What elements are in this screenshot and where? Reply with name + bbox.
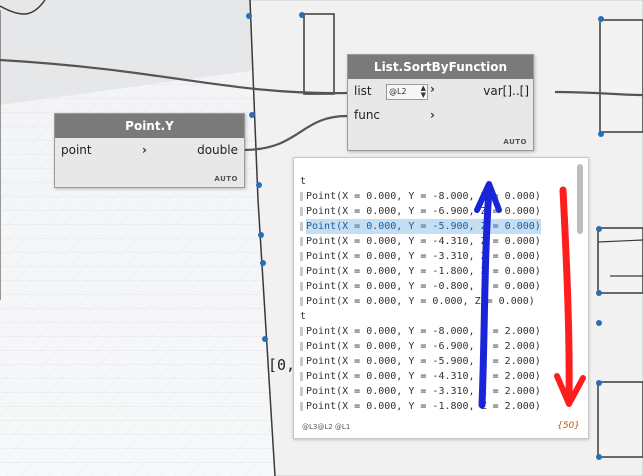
scrollbar-thumb[interactable] [577,164,583,234]
preview-item[interactable]: Point(X = 0.000, Y = -5.900, Z = 2.000) [300,354,541,369]
grid-point [246,13,252,19]
grid-point [260,260,266,266]
grid-point [598,16,604,22]
level-spinner-icon[interactable]: ▲ ▼ [421,85,426,99]
grid-point [596,290,602,296]
grid-point [258,232,264,238]
grid-point [596,320,602,326]
preview-item[interactable]: Point(X = 0.000, Y = -4.310, Z = 2.000) [300,369,541,384]
grid-point [249,112,255,118]
lacing-tag: AUTO [503,138,527,146]
preview-item[interactable]: Point(X = 0.000, Y = -8.000, Z = 0.000) [300,189,541,204]
preview-item[interactable]: Point(X = 0.000, Y = -0.800, Z = 0.000) [300,279,541,294]
preview-sublist-header[interactable]: t [300,309,306,324]
input-port-func[interactable]: func › [348,106,438,128]
preview-item[interactable]: Point(X = 0.000, Y = -1.800, Z = 0.000) [300,264,541,279]
port-label: double [197,143,238,157]
item-count: {50} [557,421,580,431]
preview-sublist-header[interactable]: t [300,174,306,189]
port-label: list [354,84,372,98]
watch-label: [0, [268,356,296,374]
node-title[interactable]: List.SortByFunction [348,55,533,79]
list-level-control[interactable]: @L2 ▲ ▼ [386,84,428,100]
input-port-point[interactable]: point › [55,141,153,163]
preview-item[interactable]: Point(X = 0.000, Y = -3.310, Z = 0.000) [300,249,541,264]
grid-point [262,336,268,342]
grid-point [596,226,602,232]
grid-point [299,12,305,18]
list-levels: @L3@L2 @L1 [302,423,351,431]
grid-point [256,182,262,188]
preview-bubble[interactable]: t Point(X = 0.000, Y = -8.000, Z = 0.000)… [293,157,589,439]
chevron-right-icon: › [430,108,435,122]
chevron-right-icon: › [430,82,435,96]
preview-item[interactable]: Point(X = 0.000, Y = -6.900, Z = 0.000) [300,204,541,219]
preview-item[interactable]: Point(X = 0.000, Y = -3.310, Z = 2.000) [300,384,541,399]
point-y-node[interactable]: Point.Y point › double AUTO [54,113,245,188]
node-title[interactable]: Point.Y [55,114,244,138]
chevron-right-icon: › [142,143,147,157]
grid-point [598,131,604,137]
output-port[interactable]: var[]..[] [477,82,533,104]
preview-item[interactable]: Point(X = 0.000, Y = 0.000, Z = 0.000) [300,294,535,309]
output-port[interactable]: double [184,141,244,163]
port-label: point [61,143,92,157]
port-label: func [354,108,381,122]
grid-point [596,380,602,386]
preview-item[interactable]: Point(X = 0.000, Y = -8.000, Z = 2.000) [300,324,541,339]
list-level-value: @L2 [389,87,407,96]
lacing-tag: AUTO [214,175,238,183]
sort-by-function-node[interactable]: List.SortByFunction list @L2 ▲ ▼ › func ›… [347,54,534,151]
port-label: var[]..[] [483,84,529,98]
grid-point [596,454,602,460]
preview-item[interactable]: Point(X = 0.000, Y = -1.800, Z = 2.000) [300,399,541,414]
preview-item[interactable]: Point(X = 0.000, Y = -4.310, Z = 0.000) [300,234,541,249]
preview-item[interactable]: Point(X = 0.000, Y = -6.900, Z = 2.000) [300,339,541,354]
preview-item[interactable]: Point(X = 0.000, Y = -5.900, Z = 0.000) [300,219,541,234]
